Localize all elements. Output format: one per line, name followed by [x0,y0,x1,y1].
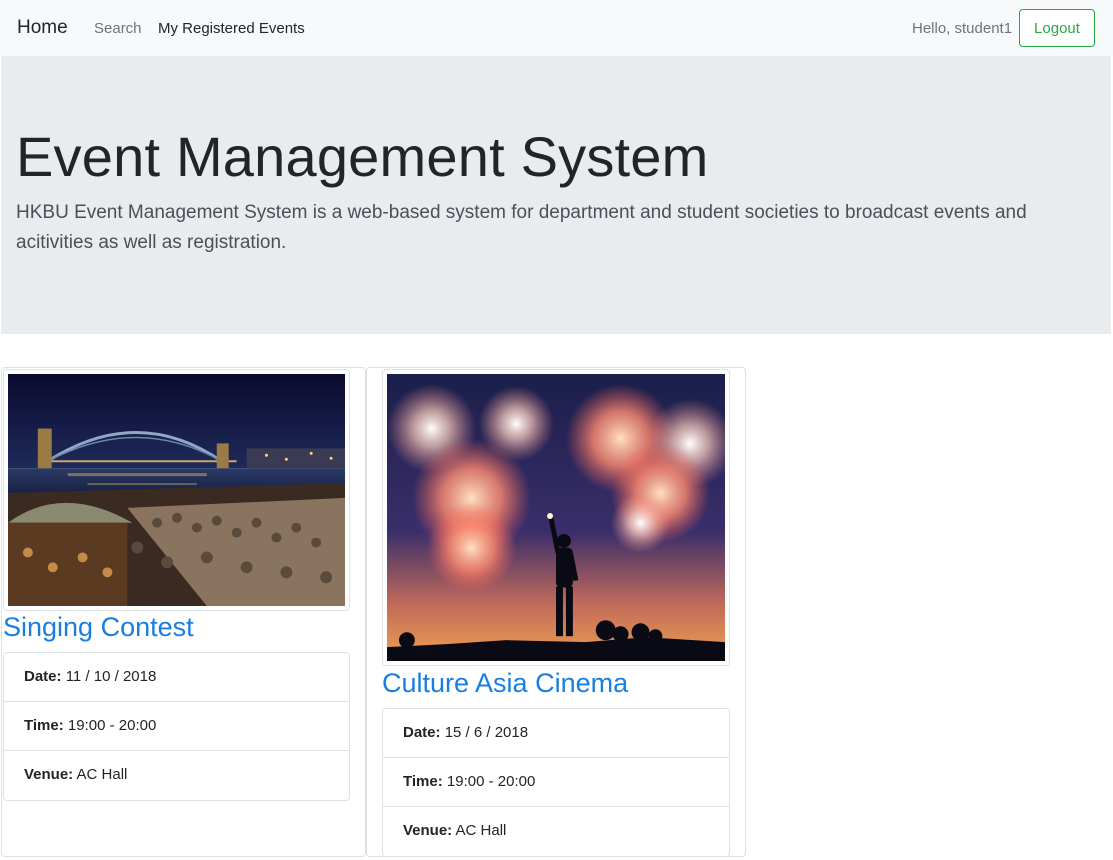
venue-value: AC Hall [455,822,507,839]
time-label: Time: [403,773,443,790]
event-title-link[interactable]: Singing Contest [3,612,194,643]
event-image-fireworks[interactable] [382,369,730,666]
event-time: Time: 19:00 - 20:00 [383,758,729,807]
event-venue: Venue: AC Hall [4,751,349,800]
date-label: Date: [403,724,441,741]
nav-home-link[interactable]: Home [17,17,68,39]
event-details-list: Date: 11 / 10 / 2018 Time: 19:00 - 20:00… [3,652,350,801]
event-date: Date: 15 / 6 / 2018 [383,709,729,758]
harbour-bridge-night-photo [8,374,345,606]
date-label: Date: [24,668,62,685]
time-label: Time: [24,717,64,734]
page-title: Event Management System [16,125,709,188]
event-card: Culture Asia Cinema Date: 15 / 6 / 2018 … [366,367,746,857]
event-venue: Venue: AC Hall [383,807,729,856]
event-date: Date: 11 / 10 / 2018 [4,653,349,702]
user-greeting: Hello, student1 [912,20,1013,37]
page-description: HKBU Event Management System is a web-ba… [16,202,1027,253]
navbar: Home Search My Registered Events Hello, … [0,0,1113,56]
nav-search-link[interactable]: Search [94,20,142,37]
event-title-link[interactable]: Culture Asia Cinema [382,668,628,699]
time-value: 19:00 - 20:00 [67,717,157,734]
venue-label: Venue: [24,766,74,783]
jumbotron: Event Management System HKBU Event Manag… [1,56,1111,334]
logout-button[interactable]: Logout [1019,9,1095,47]
venue-label: Venue: [403,822,453,839]
event-card: Singing Contest Date: 11 / 10 / 2018 Tim… [1,367,366,857]
date-value: 15 / 6 / 2018 [444,724,529,741]
time-value: 19:00 - 20:00 [446,773,536,790]
event-image-harbour-bridge[interactable] [3,369,350,611]
event-details-list: Date: 15 / 6 / 2018 Time: 19:00 - 20:00 … [382,708,730,857]
venue-value: AC Hall [76,766,128,783]
fireworks-silhouette-photo [387,374,725,661]
event-time: Time: 19:00 - 20:00 [4,702,349,751]
nav-registered-events-link[interactable]: My Registered Events [158,20,305,37]
date-value: 11 / 10 / 2018 [65,668,157,685]
